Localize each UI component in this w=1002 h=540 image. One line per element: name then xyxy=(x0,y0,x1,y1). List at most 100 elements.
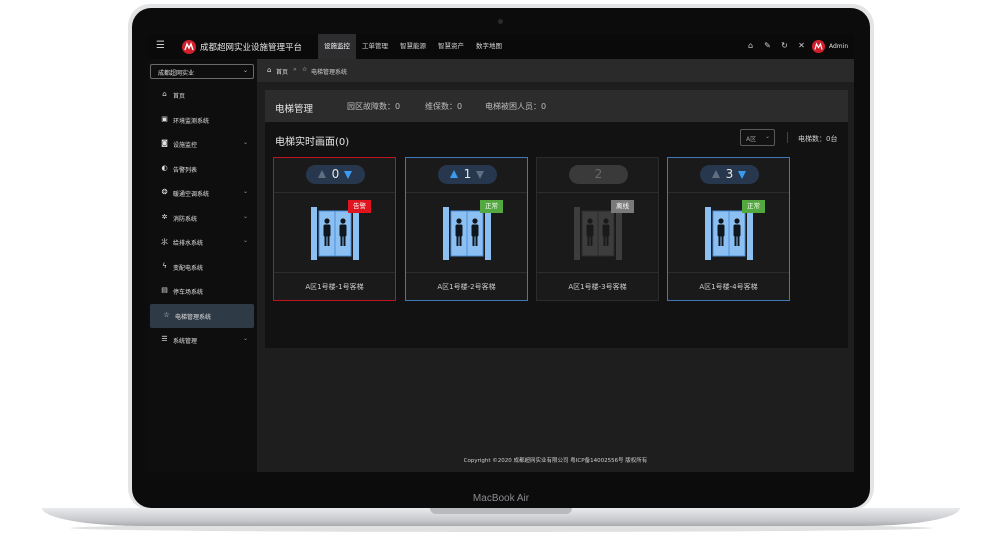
edit-icon[interactable]: ✎ xyxy=(763,41,772,51)
sidebar-item-alarms[interactable]: ◐ 告警列表 xyxy=(148,157,257,182)
org-select-value: 成都超网实业 xyxy=(158,70,195,77)
floor-number: 2 xyxy=(594,167,603,181)
sidebar-item-elevator[interactable]: ☆ 电梯管理系统 xyxy=(150,303,254,328)
home-icon: ⌂ xyxy=(162,90,167,98)
arrow-down-icon xyxy=(344,171,352,179)
star-icon: ☆ xyxy=(163,310,170,319)
sidebar-menu: ⌂ 首页 ▣ 环境监测系统 ◙ 设施监控 ⌄ ◐ 告警列表 ❂ 暖通空调系统 ⌄… xyxy=(148,83,257,353)
sidebar-item-hvac[interactable]: ❂ 暖通空调系统 ⌄ xyxy=(148,181,257,206)
sidebar-item-facility-monitor[interactable]: ◙ 设施监控 ⌄ xyxy=(148,132,257,157)
arrow-down-icon xyxy=(476,171,484,179)
floor-number: 0 xyxy=(331,167,340,181)
page-title: 电梯管理 xyxy=(275,104,314,115)
sidebar-item-environment[interactable]: ▣ 环境监测系统 xyxy=(148,108,257,133)
sidebar-item-label: 变配电系统 xyxy=(173,264,204,272)
monitor-icon: ▣ xyxy=(161,114,168,123)
sidebar-item-label: 给排水系统 xyxy=(173,240,204,247)
tab-facility-monitor[interactable]: 设施监控 xyxy=(318,34,356,59)
chevron-down-icon: ⌄ xyxy=(765,133,771,140)
home-icon: ⌂ xyxy=(267,66,272,74)
floor-number: 3 xyxy=(725,167,734,181)
sidebar-item-label: 环境监测系统 xyxy=(173,117,210,125)
trapped-count: 电梯被困人员：0 xyxy=(485,102,547,111)
tab-digital-map[interactable]: 数字地图 xyxy=(470,34,508,59)
chevron-down-icon: ⌄ xyxy=(243,335,249,342)
floor-indicator: 2 xyxy=(569,165,628,184)
chevron-down-icon: ⌄ xyxy=(243,139,249,146)
menu-toggle-icon[interactable]: ☰ xyxy=(156,40,165,51)
elevator-car-icon xyxy=(705,207,753,260)
elevator-card[interactable]: 3 正常 A区1号楼-4号客梯 xyxy=(667,157,790,301)
sidebar-item-label: 暖通空调系统 xyxy=(173,191,210,198)
elevator-car-icon xyxy=(443,207,491,260)
tab-work-orders[interactable]: 工单管理 xyxy=(356,34,394,59)
sidebar-item-label: 首页 xyxy=(173,93,186,100)
main-nav: 设施监控 工单管理 智慧能源 智慧资产 数字地图 xyxy=(318,34,508,59)
status-badge: 正常 xyxy=(480,200,503,213)
laptop-frame: MacBook Air ☰ 成都超网实业设施管理平台 设施监控 工单管理 智慧能… xyxy=(0,0,1002,540)
fire-icon: ✲ xyxy=(161,212,168,221)
elevator-card[interactable]: 2 离线 A区1号楼-3号客梯 xyxy=(536,157,659,301)
device-label: MacBook Air xyxy=(472,493,530,504)
sidebar: 成都超网实业 ⌄ ⌂ 首页 ▣ 环境监测系统 ◙ 设施监控 ⌄ ◐ 告警列表 ❂… xyxy=(148,59,257,472)
brand-logo-icon xyxy=(182,40,196,54)
breadcrumb-current: 电梯管理系统 xyxy=(311,69,348,76)
elevator-card[interactable]: 1 正常 A区1号楼-2号客梯 xyxy=(405,157,528,301)
tab-smart-energy[interactable]: 智慧能源 xyxy=(394,34,432,59)
elevator-card[interactable]: 0 告警 A区1号楼-1号客梯 xyxy=(273,157,396,301)
main-content: ⌂ 首页 » ☆ 电梯管理系统 电梯管理 园区故障数：0 维保数：0 电梯被困人… xyxy=(257,59,854,472)
breadcrumb: ⌂ 首页 » ☆ 电梯管理系统 xyxy=(257,59,854,82)
zone-select[interactable]: A区 ⌄ xyxy=(740,129,775,146)
floor-number: 1 xyxy=(463,167,472,181)
status-badge: 离线 xyxy=(611,200,634,213)
user-name[interactable]: Admin xyxy=(829,43,848,50)
floor-indicator: 3 xyxy=(700,165,759,184)
sidebar-item-system[interactable]: ☰ 系统管理 ⌄ xyxy=(148,328,257,353)
app-title: 成都超网实业设施管理平台 xyxy=(200,43,303,53)
sidebar-item-label: 停车场系统 xyxy=(173,289,204,296)
sidebar-item-parking[interactable]: ▤ 停车场系统 xyxy=(148,279,257,304)
arrow-down-icon xyxy=(738,171,746,179)
sidebar-item-label: 消防系统 xyxy=(173,215,198,223)
sidebar-item-power[interactable]: ϟ 变配电系统 xyxy=(148,255,257,280)
sidebar-item-home[interactable]: ⌂ 首页 xyxy=(148,83,257,108)
sidebar-item-water[interactable]: ⺢ 给排水系统 ⌄ xyxy=(148,230,257,255)
breadcrumb-home[interactable]: 首页 xyxy=(276,67,288,76)
elevator-name: A区1号楼-2号客梯 xyxy=(437,283,496,291)
chevron-down-icon: ⌄ xyxy=(242,67,248,74)
elevator-car-icon xyxy=(311,207,359,260)
avatar[interactable] xyxy=(812,40,825,53)
panel-title: 电梯实时画面(0) xyxy=(275,137,350,148)
elevator-panel: 电梯实时画面(0) A区 ⌄ 电梯数：0台 0 告警 A区1号楼-1号客梯 1 正常 A区… xyxy=(265,122,848,348)
sidebar-item-label: 告警列表 xyxy=(173,166,198,174)
chevron-down-icon: ⌄ xyxy=(243,212,249,220)
elevator-name: A区1号楼-4号客梯 xyxy=(699,283,758,291)
floor-indicator: 0 xyxy=(306,165,365,184)
chevron-down-icon: ⌄ xyxy=(243,237,249,244)
sidebar-item-fire[interactable]: ✲ 消防系统 ⌄ xyxy=(148,206,257,231)
camera-icon: ◙ xyxy=(161,139,168,147)
tab-smart-assets[interactable]: 智慧资产 xyxy=(432,34,470,59)
hvac-icon: ❂ xyxy=(161,188,168,196)
status-badge: 正常 xyxy=(742,200,765,213)
refresh-icon[interactable]: ↻ xyxy=(780,41,789,51)
elevator-name: A区1号楼-1号客梯 xyxy=(305,283,364,291)
chevron-down-icon: ⌄ xyxy=(243,188,249,195)
power-icon: ϟ xyxy=(162,261,167,270)
fault-count: 园区故障数：0 xyxy=(347,102,401,111)
camera-icon xyxy=(498,19,503,24)
settings-icon: ☰ xyxy=(161,335,168,343)
top-bar: ☰ 成都超网实业设施管理平台 设施监控 工单管理 智慧能源 智慧资产 数字地图 … xyxy=(148,34,854,59)
fullscreen-icon[interactable]: ✕ xyxy=(797,41,806,51)
header-actions: ⌂ ✎ ↻ ✕ xyxy=(746,41,806,51)
elevator-car-icon xyxy=(574,207,622,260)
laptop-notch xyxy=(430,508,572,514)
star-icon: ☆ xyxy=(302,66,308,73)
alarm-icon: ◐ xyxy=(161,163,168,172)
home-icon[interactable]: ⌂ xyxy=(746,41,755,51)
water-icon: ⺢ xyxy=(161,238,168,246)
app-screen: ☰ 成都超网实业设施管理平台 设施监控 工单管理 智慧能源 智慧资产 数字地图 … xyxy=(148,34,854,472)
breadcrumb-separator: » xyxy=(293,66,297,73)
maintenance-count: 维保数：0 xyxy=(425,102,463,111)
org-select[interactable]: 成都超网实业 ⌄ xyxy=(150,64,254,79)
